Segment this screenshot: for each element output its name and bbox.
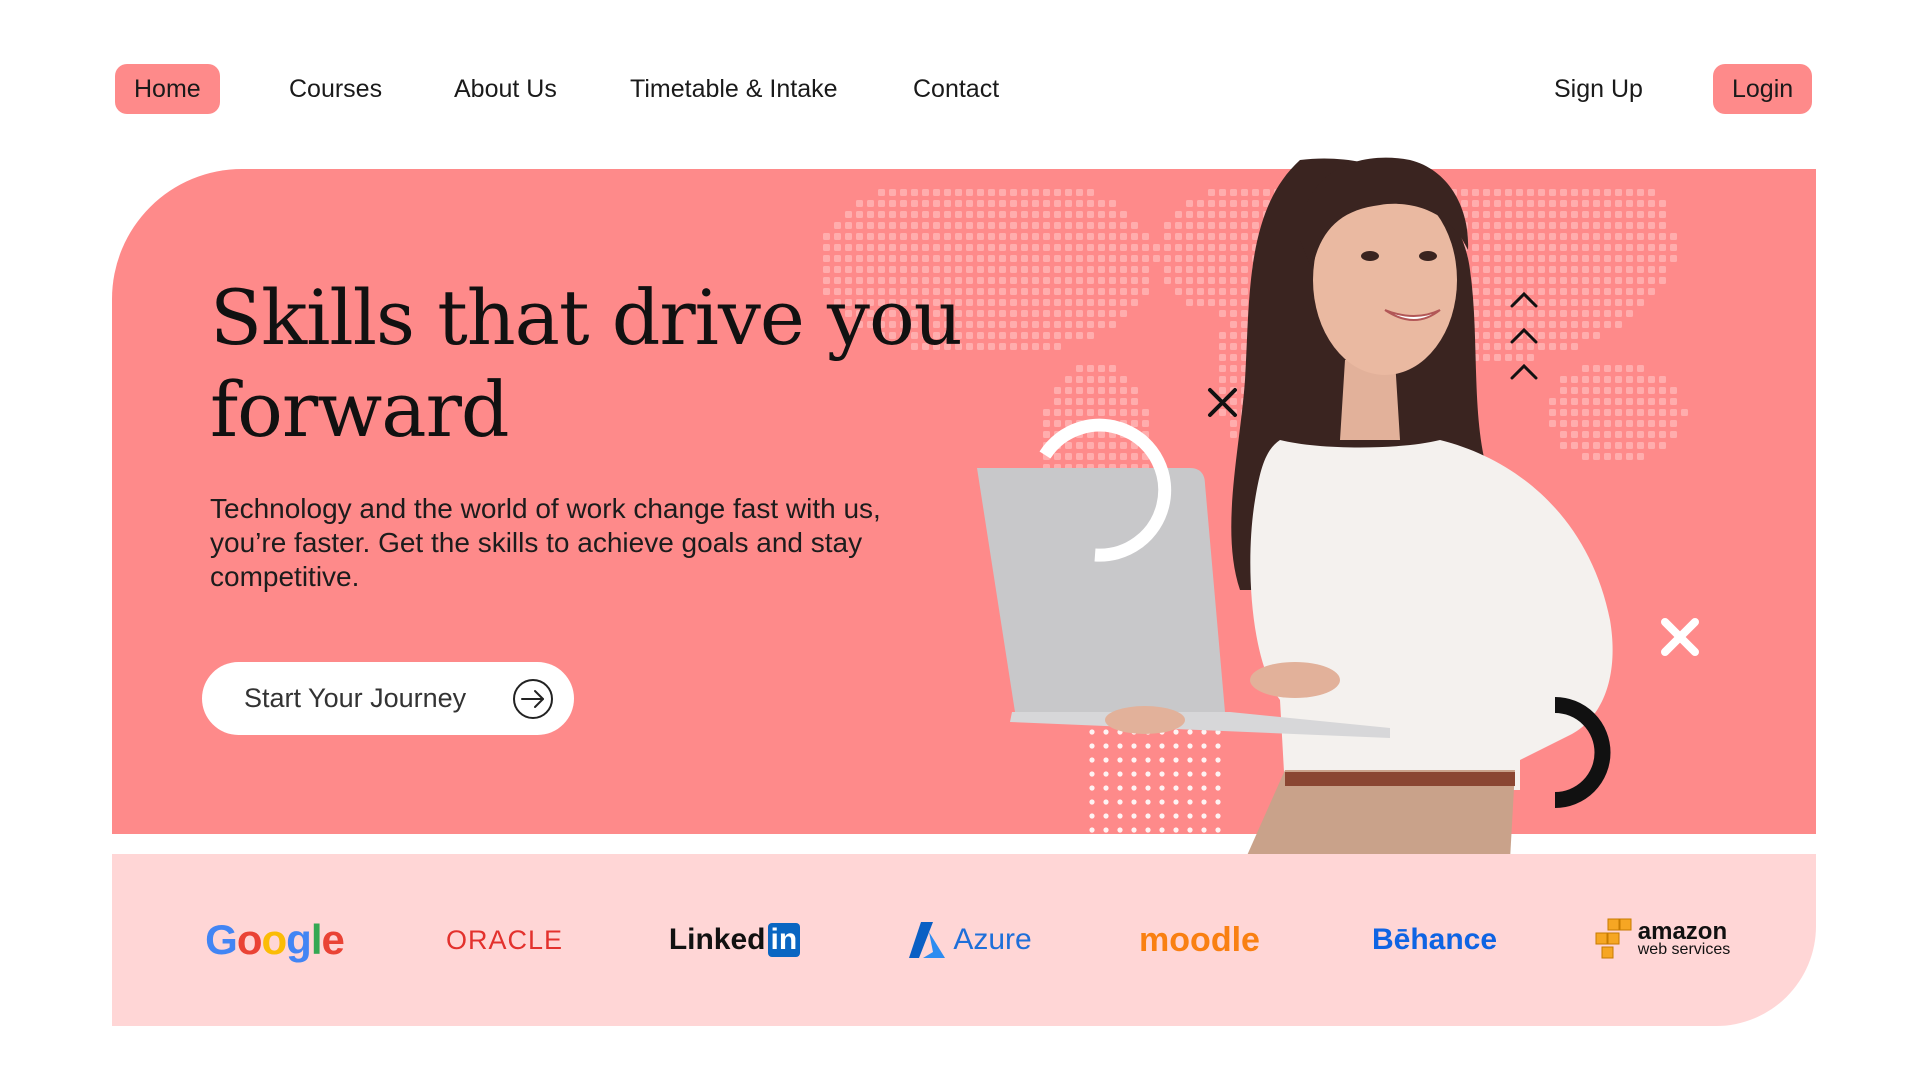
aws-logo-subtext: web services bbox=[1637, 941, 1731, 958]
hero-subtext: Technology and the world of work change … bbox=[210, 493, 881, 592]
azure-icon bbox=[909, 922, 946, 958]
linkedin-logo-text: Linked bbox=[668, 923, 766, 956]
linkedin-logo: Linked in bbox=[667, 854, 802, 1026]
linkedin-logo-box: in bbox=[767, 923, 801, 957]
headline-line-1: Skills that drive you bbox=[210, 273, 963, 362]
nav-contact-link[interactable]: Contact bbox=[913, 64, 999, 114]
moodle-logo: moodle bbox=[1139, 920, 1260, 959]
google-logo: Google bbox=[205, 916, 345, 963]
start-journey-button[interactable]: Start Your Journey bbox=[202, 662, 574, 735]
aws-cubes-icon bbox=[1595, 918, 1632, 959]
aws-logo-text: amazon bbox=[1637, 918, 1728, 945]
headline-line-2: forward bbox=[210, 365, 510, 454]
azure-logo: Azure bbox=[902, 854, 1037, 1026]
aws-logo: amazon web services bbox=[1592, 854, 1732, 1026]
partner-logos-strip: Google ORACLE Linked in Azure moodle Bēha… bbox=[112, 854, 1816, 1026]
hero-headline: Skills that drive you forward bbox=[210, 272, 970, 456]
nav-about-link[interactable]: About Us bbox=[454, 64, 557, 114]
nav-courses-link[interactable]: Courses bbox=[289, 64, 382, 114]
top-nav: Home Courses About Us Timetable & Intake… bbox=[0, 0, 1920, 180]
signup-link[interactable]: Sign Up bbox=[1554, 64, 1643, 114]
arrow-right-circle-icon bbox=[513, 679, 553, 719]
behance-logo: Bēhance bbox=[1371, 923, 1498, 956]
nav-home-button[interactable]: Home bbox=[115, 64, 220, 114]
start-journey-label: Start Your Journey bbox=[244, 683, 467, 713]
login-button[interactable]: Login bbox=[1713, 64, 1813, 114]
nav-timetable-link[interactable]: Timetable & Intake bbox=[630, 64, 838, 114]
azure-logo-text: Azure bbox=[953, 923, 1032, 956]
oracle-logo: ORACLE bbox=[445, 924, 564, 955]
